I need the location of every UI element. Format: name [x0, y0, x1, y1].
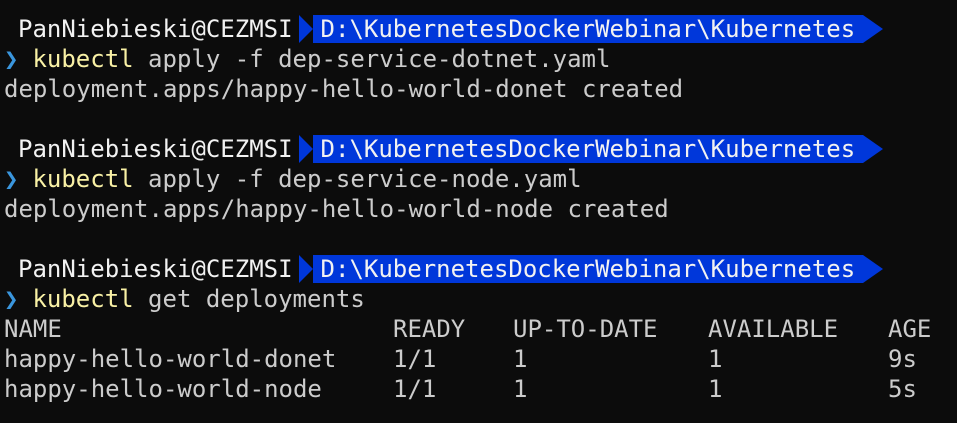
- column-header-available: AVAILABLE: [708, 315, 839, 343]
- column-header-age: AGE: [888, 315, 932, 343]
- command-args: apply -f dep-service-node.yaml: [133, 165, 582, 193]
- cell-available: 1: [708, 345, 723, 373]
- command-line[interactable]: ❯ kubectl apply -f dep-service-dotnet.yam…: [0, 44, 957, 74]
- cell-age: 9s: [888, 345, 917, 373]
- command-line[interactable]: ❯ kubectl get deployments: [0, 284, 957, 314]
- powerline-arrow-icon: [863, 15, 884, 43]
- prompt-chevron-icon: ❯: [4, 285, 19, 313]
- cell-up-to-date: 1: [513, 345, 528, 373]
- prompt-path-segment: D:\KubernetesDockerWebinar\Kubernetes: [298, 135, 884, 163]
- powerline-arrow-icon: [863, 255, 884, 283]
- prompt: PanNiebieski@CEZMSI D:\KubernetesDockerW…: [0, 134, 957, 164]
- terminal-window[interactable]: PanNiebieski@CEZMSI D:\KubernetesDockerW…: [0, 0, 957, 423]
- command-line[interactable]: ❯ kubectl apply -f dep-service-node.yaml: [0, 164, 957, 194]
- cell-name: happy-hello-world-node: [4, 375, 322, 403]
- prompt-path-segment: D:\KubernetesDockerWebinar\Kubernetes: [298, 255, 884, 283]
- command-name: kubectl: [32, 285, 134, 313]
- table-row: happy-hello-world-node 1/1 1 1 5s: [0, 374, 957, 404]
- table-row: happy-hello-world-donet 1/1 1 1 9s: [0, 344, 957, 374]
- column-header-ready: READY: [393, 315, 466, 343]
- cell-ready: 1/1: [393, 375, 437, 403]
- cell-name: happy-hello-world-donet: [4, 345, 337, 373]
- command-name: kubectl: [32, 45, 134, 73]
- prompt-path-segment: D:\KubernetesDockerWebinar\Kubernetes: [298, 15, 884, 43]
- column-header-up-to-date: UP-TO-DATE: [513, 315, 658, 343]
- prompt-user-segment: PanNiebieski@CEZMSI: [0, 135, 299, 163]
- prompt-path: D:\KubernetesDockerWebinar\Kubernetes: [298, 15, 864, 43]
- command-args: apply -f dep-service-dotnet.yaml: [133, 45, 611, 73]
- prompt-path: D:\KubernetesDockerWebinar\Kubernetes: [298, 255, 864, 283]
- command-args: get deployments: [133, 285, 365, 313]
- prompt-path: D:\KubernetesDockerWebinar\Kubernetes: [298, 135, 864, 163]
- prompt: PanNiebieski@CEZMSI D:\KubernetesDockerW…: [0, 254, 957, 284]
- command-name: kubectl: [32, 165, 134, 193]
- prompt: PanNiebieski@CEZMSI D:\KubernetesDockerW…: [0, 14, 957, 44]
- cell-ready: 1/1: [393, 345, 437, 373]
- prompt-chevron-icon: ❯: [4, 45, 19, 73]
- powerline-arrow-icon: [863, 135, 884, 163]
- command-output: deployment.apps/happy-hello-world-donet …: [4, 75, 684, 103]
- command-output: deployment.apps/happy-hello-world-node c…: [4, 195, 669, 223]
- column-header-name: NAME: [4, 315, 62, 343]
- cell-age: 5s: [888, 375, 917, 403]
- prompt-user-segment: PanNiebieski@CEZMSI: [0, 15, 299, 43]
- prompt-chevron-icon: ❯: [4, 165, 19, 193]
- prompt-user-segment: PanNiebieski@CEZMSI: [0, 255, 299, 283]
- cell-up-to-date: 1: [513, 375, 528, 403]
- table-header-row: NAME READY UP-TO-DATE AVAILABLE AGE: [0, 314, 957, 344]
- cell-available: 1: [708, 375, 723, 403]
